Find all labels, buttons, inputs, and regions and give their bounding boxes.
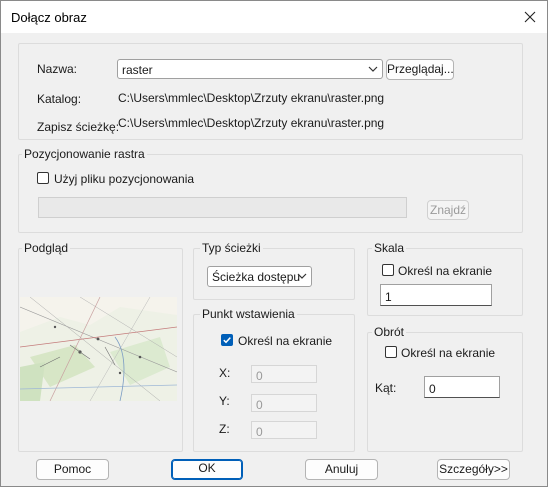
ok-button[interactable]: OK xyxy=(171,459,243,480)
scale-specify-label: Określ na ekranie xyxy=(398,264,493,278)
angle-value: 0 xyxy=(429,382,436,396)
rotation-group-title: Obrót xyxy=(372,325,407,339)
positioning-group-title: Pozycjonowanie rastra xyxy=(22,147,147,161)
cancel-button[interactable]: Anuluj xyxy=(305,459,378,480)
z-label: Z: xyxy=(219,422,230,436)
z-value: 0 xyxy=(256,425,263,439)
y-value: 0 xyxy=(256,398,263,412)
preview-group-title: Podgląd xyxy=(22,241,71,255)
use-positioning-file-checkbox[interactable] xyxy=(37,172,49,184)
scale-group-title: Skala xyxy=(372,241,407,255)
directory-value: C:\Users\mmlec\Desktop\Zrzuty ekranu\ras… xyxy=(118,91,385,105)
close-icon xyxy=(524,11,536,22)
insertion-point-group-title: Punkt wstawienia xyxy=(200,307,297,321)
chevron-down-icon xyxy=(297,273,307,279)
rotation-specify-label: Określ na ekranie xyxy=(401,346,496,360)
y-label: Y: xyxy=(219,394,230,408)
positioning-file-path xyxy=(38,197,407,218)
title-bar[interactable]: Dołącz obraz xyxy=(1,1,547,33)
scale-specify-checkbox[interactable] xyxy=(382,264,394,276)
angle-input[interactable]: 0 xyxy=(424,376,500,398)
browse-button[interactable]: Przeglądaj... xyxy=(386,59,454,80)
path-type-value: Ścieżka dostępu xyxy=(212,270,301,284)
path-type-select[interactable]: Ścieżka dostępu xyxy=(207,266,312,287)
attach-image-dialog: Dołącz obraz Nazwa: raster Przeglądaj...… xyxy=(0,0,548,487)
chevron-down-icon xyxy=(368,66,378,72)
scale-value: 1 xyxy=(385,290,392,304)
path-type-group-title: Typ ścieżki xyxy=(200,241,263,255)
name-label: Nazwa: xyxy=(37,62,78,76)
scale-input[interactable]: 1 xyxy=(380,284,492,306)
directory-label: Katalog: xyxy=(37,92,82,106)
preview-image xyxy=(20,297,177,401)
details-button[interactable]: Szczegóły>> xyxy=(437,459,510,480)
x-value: 0 xyxy=(256,369,263,383)
dialog-title: Dołącz obraz xyxy=(11,10,87,25)
angle-label: Kąt: xyxy=(375,381,397,395)
z-input[interactable]: 0 xyxy=(251,421,317,439)
close-button[interactable] xyxy=(513,1,547,32)
save-path-label: Zapisz ścieżkę: xyxy=(37,120,120,134)
use-positioning-file-label: Użyj pliku pozycjonowania xyxy=(54,172,195,186)
x-label: X: xyxy=(219,366,231,380)
find-button[interactable]: Znajdź xyxy=(427,200,469,220)
positioning-group xyxy=(18,154,523,233)
help-button[interactable]: Pomoc xyxy=(36,459,109,480)
rotation-specify-checkbox[interactable] xyxy=(385,346,397,358)
map-preview-icon xyxy=(20,297,177,401)
insertion-specify-checkbox[interactable] xyxy=(221,334,233,346)
x-input[interactable]: 0 xyxy=(251,365,317,383)
name-combo-value: raster xyxy=(122,63,153,77)
insertion-specify-label: Określ na ekranie xyxy=(238,334,333,348)
checkmark-icon xyxy=(223,337,231,344)
name-combo[interactable]: raster xyxy=(117,59,383,79)
save-path-value: C:\Users\mmlec\Desktop\Zrzuty ekranu\ras… xyxy=(118,116,385,130)
y-input[interactable]: 0 xyxy=(251,394,317,412)
